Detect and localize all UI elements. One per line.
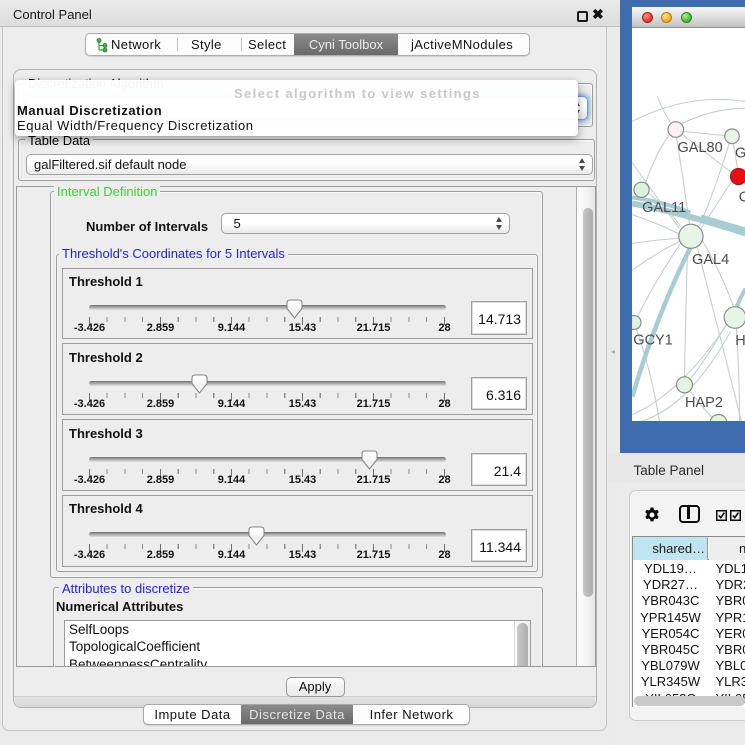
svg-text:GAL4: GAL4	[692, 252, 729, 268]
svg-text:GA: GA	[735, 145, 745, 161]
svg-text:GCY1: GCY1	[633, 332, 673, 348]
svg-text:GAL80: GAL80	[677, 140, 722, 156]
svg-text:GAL11: GAL11	[642, 200, 686, 216]
svg-text:C: C	[738, 189, 745, 205]
svg-text:H: H	[735, 333, 745, 349]
svg-text:HAP2: HAP2	[685, 395, 723, 411]
